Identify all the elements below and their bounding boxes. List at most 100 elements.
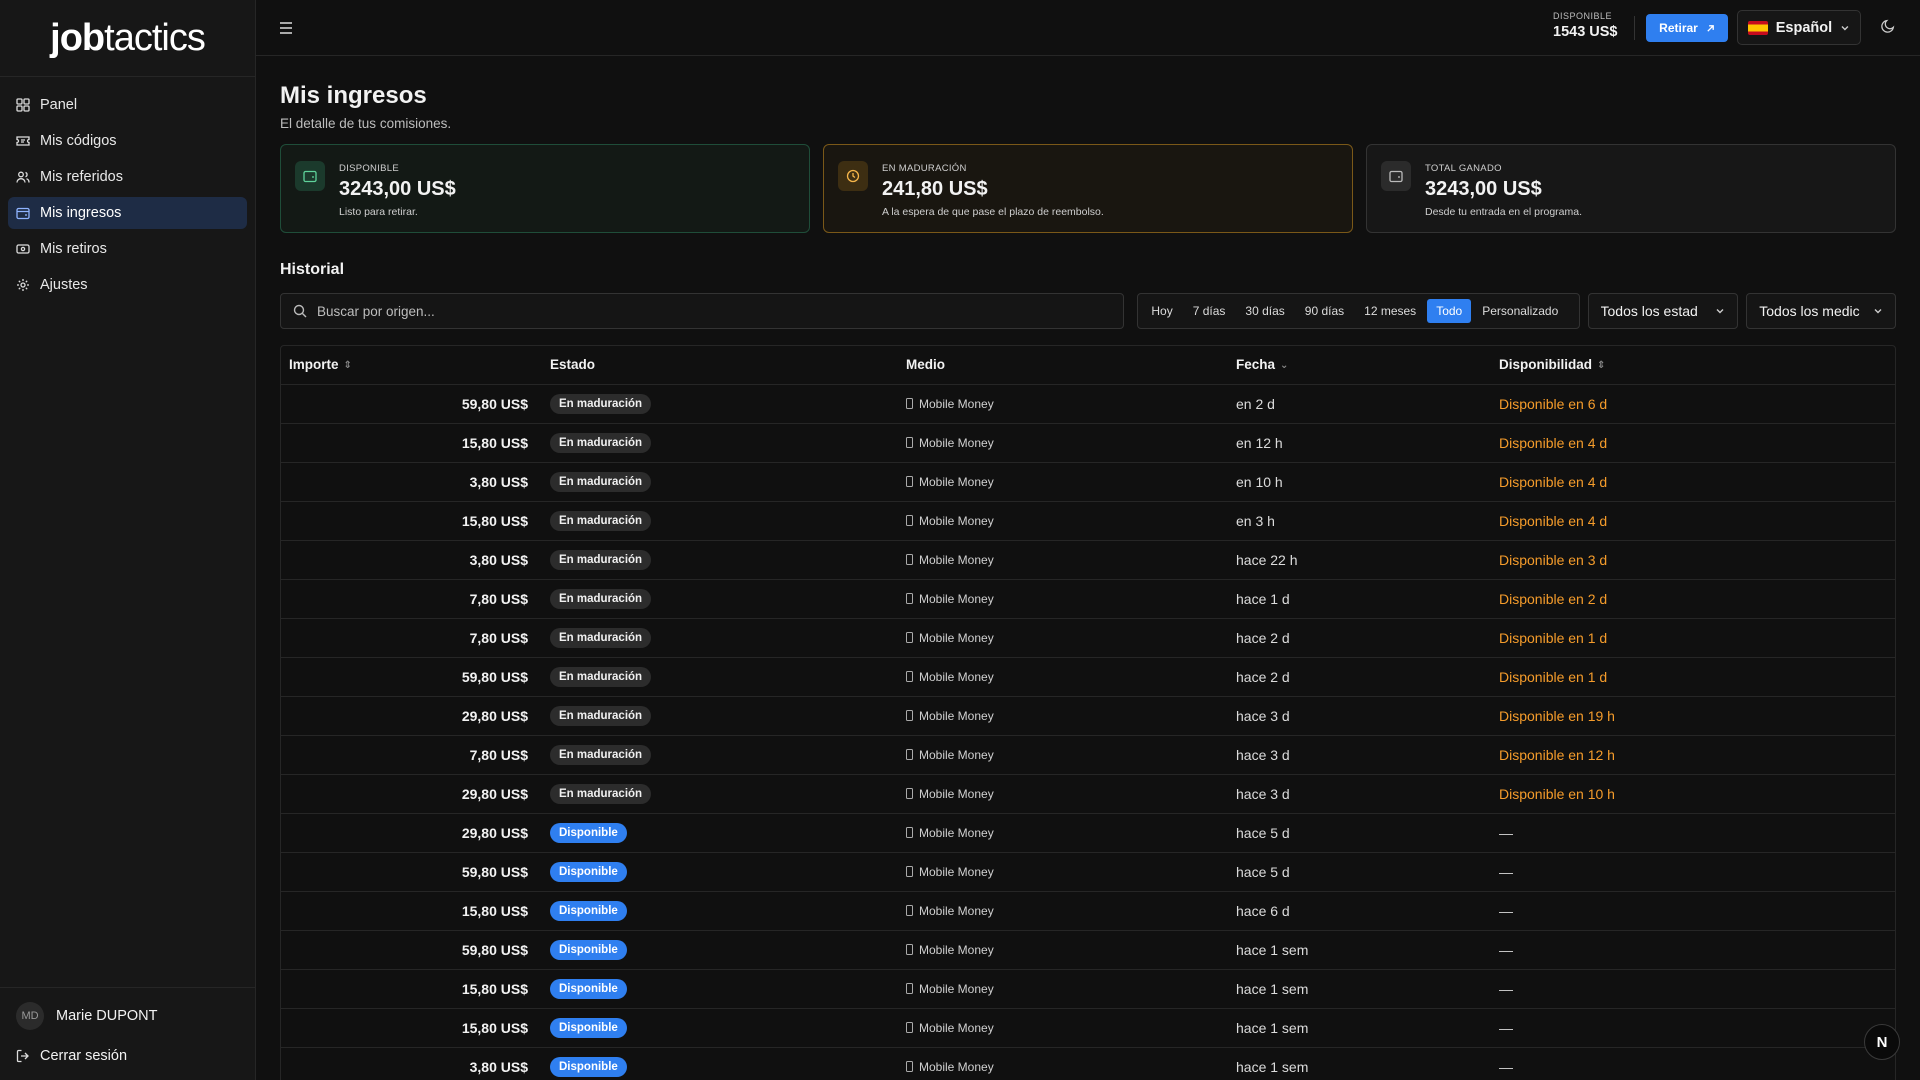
table-header-row: Importe ⇕ Estado Medio Fecha ⌄ Disponibili… — [281, 346, 1895, 385]
table-row: 15,80 US$ En maduración Mobile Money en 12 … — [281, 423, 1895, 463]
chevron-down-icon — [1874, 309, 1882, 314]
table-row: 15,80 US$ Disponible Mobile Money hace 1 se… — [281, 1008, 1895, 1048]
table-row: 7,80 US$ En maduración Mobile Money hace 3 … — [281, 735, 1895, 775]
user-profile[interactable]: MD Marie DUPONT — [16, 998, 240, 1034]
search-icon — [293, 304, 307, 318]
range-12-months[interactable]: 12 meses — [1355, 299, 1425, 323]
status-badge: Disponible — [550, 900, 627, 921]
status-cell: En maduración — [542, 774, 898, 814]
amount-cell: 29,80 US$ — [281, 696, 542, 736]
theme-toggle-button[interactable] — [1880, 18, 1898, 36]
sidebar-item-earnings[interactable]: Mis ingresos — [8, 197, 247, 229]
floating-n-button[interactable]: N — [1864, 1024, 1900, 1060]
divider — [1634, 16, 1635, 40]
app-logo[interactable]: jobtactics — [50, 17, 206, 60]
status-cell: Disponible — [542, 891, 898, 931]
phone-icon — [906, 826, 913, 838]
hamburger-icon — [280, 22, 292, 34]
card-value: 3243,00 US$ — [339, 178, 456, 200]
status-badge: En maduración — [550, 666, 652, 687]
medium-label: Mobile Money — [919, 864, 994, 879]
range-today[interactable]: Hoy — [1142, 299, 1181, 323]
table-row: 29,80 US$ En maduración Mobile Money hace 3… — [281, 774, 1895, 814]
date-cell: hace 2 d — [1228, 657, 1491, 697]
medium-label: Mobile Money — [919, 942, 994, 957]
medium-cell: Mobile Money — [898, 540, 1228, 580]
medium-label: Mobile Money — [919, 1020, 994, 1035]
status-cell: En maduración — [542, 462, 898, 502]
language-selector[interactable]: Español — [1737, 10, 1861, 45]
sidebar-item-panel[interactable]: Panel — [8, 89, 247, 121]
table-row: 29,80 US$ En maduración Mobile Money hace 3… — [281, 696, 1895, 736]
table-row: 59,80 US$ En maduración Mobile Money en 2 d… — [281, 384, 1895, 424]
date-cell: en 2 d — [1228, 384, 1491, 424]
availability-cell: Disponible en 4 d — [1491, 462, 1895, 502]
status-badge: En maduración — [550, 432, 652, 453]
range-90-days[interactable]: 90 días — [1296, 299, 1353, 323]
wallet-icon — [1381, 161, 1411, 191]
chevron-down-icon — [1841, 25, 1849, 30]
sidebar-item-withdrawals[interactable]: Mis retiros — [8, 233, 247, 265]
column-label: Importe — [289, 357, 339, 373]
sidebar: jobtactics Panel Mis códigos Mis referid… — [0, 0, 256, 1080]
phone-icon — [906, 475, 913, 487]
medium-cell: Mobile Money — [898, 852, 1228, 892]
medium-cell: Mobile Money — [898, 618, 1228, 658]
amount-cell: 59,80 US$ — [281, 657, 542, 697]
column-header-date[interactable]: Fecha ⌄ — [1228, 346, 1491, 385]
sidebar-item-referrals[interactable]: Mis referidos — [8, 161, 247, 193]
range-7-days[interactable]: 7 días — [1184, 299, 1235, 323]
medium-cell: Mobile Money — [898, 696, 1228, 736]
availability-cell: Disponible en 19 h — [1491, 696, 1895, 736]
range-30-days[interactable]: 30 días — [1236, 299, 1293, 323]
column-header-availability[interactable]: Disponibilidad ⇕ — [1491, 346, 1895, 385]
range-custom[interactable]: Personalizado — [1473, 299, 1567, 323]
amount-cell: 3,80 US$ — [281, 540, 542, 580]
table-row: 59,80 US$ Disponible Mobile Money hace 5 d — — [281, 852, 1895, 892]
sidebar-item-codes[interactable]: Mis códigos — [8, 125, 247, 157]
sidebar-item-label: Ajustes — [40, 277, 88, 293]
date-cell: hace 3 d — [1228, 696, 1491, 736]
medium-label: Mobile Money — [919, 630, 994, 645]
user-name: Marie DUPONT — [56, 1008, 158, 1024]
wallet-icon — [295, 161, 325, 191]
date-cell: hace 1 sem — [1228, 1008, 1491, 1048]
range-all[interactable]: Todo — [1427, 299, 1472, 323]
column-header-amount[interactable]: Importe ⇕ — [281, 346, 542, 385]
top-bar: DISPONIBLE 1543 US$ Retirar Español — [256, 0, 1920, 56]
search-input[interactable] — [317, 303, 1097, 319]
medium-label: Mobile Money — [919, 708, 994, 723]
table-row: 29,80 US$ Disponible Mobile Money hace 5 d — — [281, 813, 1895, 853]
sort-icon: ⇕ — [1597, 360, 1606, 372]
sidebar-item-settings[interactable]: Ajustes — [8, 269, 247, 301]
sidebar-item-label: Mis códigos — [40, 133, 117, 149]
medium-filter-value: Todos los medic — [1759, 303, 1860, 319]
arrow-up-right-icon — [1707, 24, 1714, 32]
sidebar-item-label: Panel — [40, 97, 78, 113]
medium-cell: Mobile Money — [898, 579, 1228, 619]
date-cell: hace 5 d — [1228, 813, 1491, 853]
withdraw-button[interactable]: Retirar — [1646, 14, 1728, 42]
table-row: 15,80 US$ Disponible Mobile Money hace 6 d — — [281, 891, 1895, 931]
availability-cell: — — [1491, 1008, 1895, 1048]
date-cell: en 3 h — [1228, 501, 1491, 541]
availability-cell: Disponible en 4 d — [1491, 423, 1895, 463]
sidebar-nav: Panel Mis códigos Mis referidos Mis ingr… — [0, 77, 255, 317]
medium-label: Mobile Money — [919, 981, 994, 996]
menu-toggle-button[interactable] — [278, 18, 294, 38]
status-cell: En maduración — [542, 423, 898, 463]
amount-cell: 15,80 US$ — [281, 969, 542, 1009]
medium-filter-select[interactable]: Todos los medic — [1746, 293, 1896, 329]
sidebar-footer: MD Marie DUPONT Cerrar sesión — [0, 987, 256, 1080]
availability-cell: Disponible en 3 d — [1491, 540, 1895, 580]
status-filter-select[interactable]: Todos los estad — [1587, 293, 1739, 329]
amount-cell: 15,80 US$ — [281, 1008, 542, 1048]
medium-label: Mobile Money — [919, 513, 994, 528]
logout-button[interactable]: Cerrar sesión — [16, 1038, 240, 1074]
date-cell: hace 3 d — [1228, 774, 1491, 814]
amount-cell: 59,80 US$ — [281, 852, 542, 892]
status-badge: En maduración — [550, 783, 652, 804]
language-label: Español — [1775, 19, 1833, 36]
search-box[interactable] — [280, 293, 1125, 329]
status-cell: En maduración — [542, 657, 898, 697]
